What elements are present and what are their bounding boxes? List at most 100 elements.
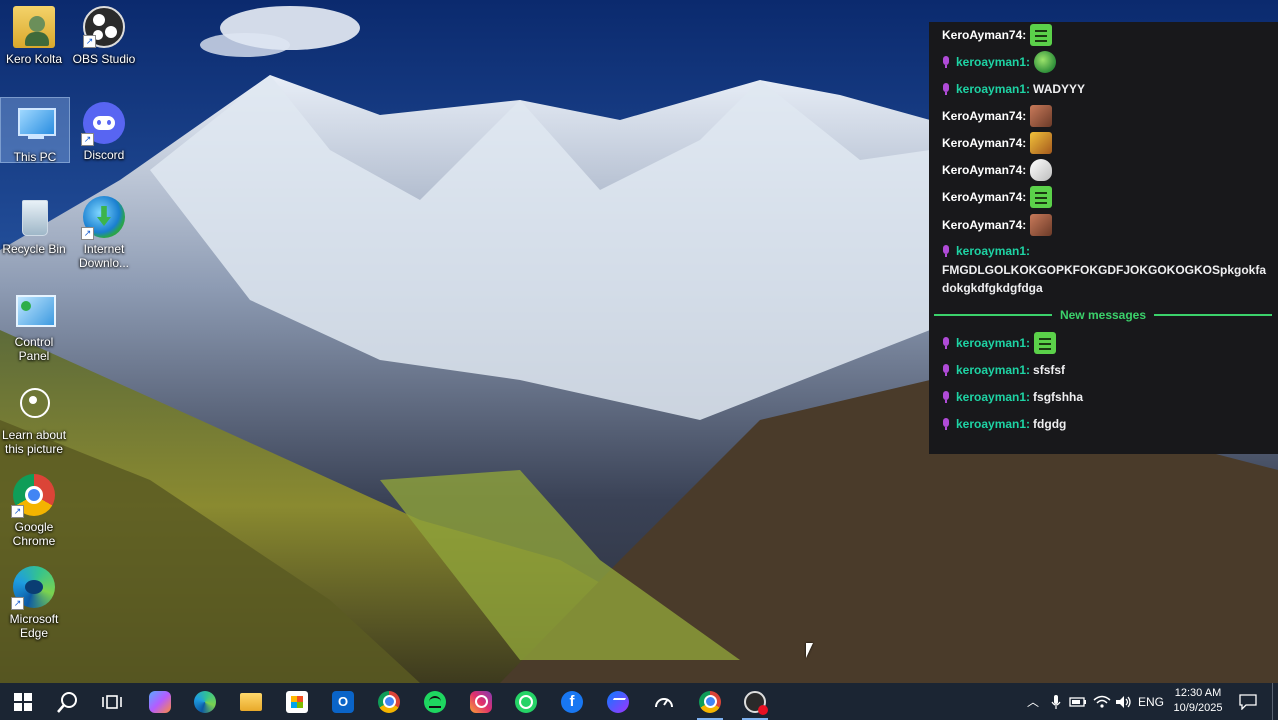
chat-username: keroayman1: [956,417,1031,431]
desktop-icon-google-chrome[interactable]: ↗ Google Chrome [0,468,68,548]
desktop-icon-label: Kero Kolta [5,52,63,66]
divider-line [1154,314,1272,316]
show-desktop-button[interactable] [1272,683,1278,720]
desktop-icon-label: OBS Studio [72,52,136,66]
desktop-icon-label: This PC [13,150,57,164]
chat-username: keroayman1: [956,82,1031,96]
chat-message: KeroAyman74: [942,132,1053,154]
desktop-icon-label: Google Chrome [12,520,56,548]
new-messages-divider: New messages [934,305,1272,325]
chat-message-text: FMGDLGOLKOKGOPKFOKGDFJOKGOKOGKOSpkgokfad… [942,263,1267,295]
shortcut-arrow-icon: ↗ [81,227,94,240]
divider-line [934,314,1052,316]
notifications-button[interactable] [1236,683,1260,720]
desktop-icon-user-folder[interactable]: Kero Kolta [0,0,68,75]
desktop-icon-recycle-bin[interactable]: Recycle Bin [0,190,68,256]
shortcut-arrow-icon: ↗ [83,35,96,48]
whatsapp-button[interactable] [503,683,549,720]
messenger-button[interactable] [595,683,641,720]
chrome-active-button[interactable] [687,683,733,720]
chrome-icon [378,690,400,713]
control-panel-icon [13,289,56,331]
recycle-bin-icon [13,196,55,238]
chat-message: keroayman1: [942,332,1057,354]
spotify-icon [424,690,446,713]
mic-badge-icon [942,56,950,68]
green-grin-emote-icon [1034,332,1057,354]
chrome-button[interactable] [366,683,412,720]
desktop-icon-label: Learn about this picture [1,428,67,456]
language-label: ENG [1137,694,1164,709]
desktop-icon-microsoft-edge[interactable]: ↗ Microsoft Edge [0,560,68,640]
clock[interactable]: 12:30 AM 10/9/2025 [1168,686,1228,716]
copilot-button[interactable] [137,683,183,720]
desktop-icon-label: Recycle Bin [2,242,66,256]
chat-message-text: fdgdg [1033,417,1067,431]
chat-message: keroayman1: fdgdg [942,414,1066,434]
outlook-button[interactable]: O [320,683,366,720]
chat-username: KeroAyman74: [942,28,1027,42]
shortcut-arrow-icon: ↗ [81,133,94,146]
internet-download-manager-icon: ↗ [81,196,125,240]
whatsapp-icon [515,690,537,713]
clock-date: 10/9/2025 [1173,702,1223,714]
chat-message: KeroAyman74: [942,24,1053,46]
windows-logo-icon [14,692,32,711]
chat-username: KeroAyman74: [942,190,1027,204]
edge-icon: ↗ [11,566,55,610]
wifi-icon [1093,695,1111,708]
discord-icon: ↗ [81,102,125,146]
chat-message: KeroAyman74: [942,214,1053,236]
desktop-icon-label: Microsoft Edge [9,612,59,640]
notification-icon [1239,693,1257,710]
mic-badge-icon [942,245,950,257]
desktop-icon-discord[interactable]: ↗ Discord [70,96,138,164]
chrome-icon [699,690,721,713]
spotify-button[interactable] [412,683,458,720]
microphone-tray-button[interactable] [1047,683,1065,720]
chat-message: keroayman1: sfsfsf [942,360,1065,380]
search-button[interactable] [45,683,91,720]
learn-about-picture-icon [13,382,55,424]
task-view-button[interactable] [89,683,135,720]
desktop-icon-internet-download-manager[interactable]: ↗ Internet Downlo... [70,190,138,270]
store-icon [286,690,308,713]
chat-username: keroayman1: [956,244,1031,258]
chat-message: keroayman1: [942,241,1030,261]
chat-username: KeroAyman74: [942,136,1027,150]
green-grin-emote-icon [1030,186,1053,208]
desktop-icon-label: Control Panel [14,335,54,363]
instagram-button[interactable] [458,683,504,720]
battery-tray-button[interactable] [1068,683,1088,720]
language-indicator[interactable]: ENG [1136,683,1166,720]
microphone-icon [1051,694,1061,709]
edge-icon [194,690,216,713]
facebook-button[interactable]: f [549,683,595,720]
search-icon [57,691,77,713]
chat-message: KeroAyman74: [942,159,1053,181]
battery-icon [1069,696,1086,707]
desktop-icon-obs-studio[interactable]: ↗ OBS Studio [70,0,138,75]
desktop-icon-label: Discord [83,148,125,162]
obs-button[interactable] [732,683,778,720]
speedometer-button[interactable] [641,683,687,720]
show-hidden-icons-button[interactable]: ︿ [1024,683,1042,720]
chat-overlay: KeroAyman74: keroayman1: keroayman1: WAD… [929,22,1278,454]
chat-message-text: fsgfshha [1033,390,1084,404]
file-explorer-button[interactable] [228,683,274,720]
desktop-icon-control-panel[interactable]: Control Panel [0,283,68,363]
store-button[interactable] [274,683,320,720]
instagram-icon [470,690,492,713]
mic-badge-icon [942,337,950,349]
network-tray-button[interactable] [1092,683,1112,720]
volume-tray-button[interactable] [1114,683,1134,720]
mouse-cursor [806,643,813,658]
start-button[interactable] [0,683,46,720]
desktop-icon-learn-about-picture[interactable]: Learn about this picture [0,376,68,456]
edge-button[interactable] [182,683,228,720]
chat-message: KeroAyman74: [942,105,1053,127]
face-emote-icon [1030,214,1053,236]
messenger-icon [607,690,629,713]
chat-message: keroayman1: fsgfshha [942,387,1083,407]
desktop-icon-this-pc[interactable]: This PC [0,97,70,164]
